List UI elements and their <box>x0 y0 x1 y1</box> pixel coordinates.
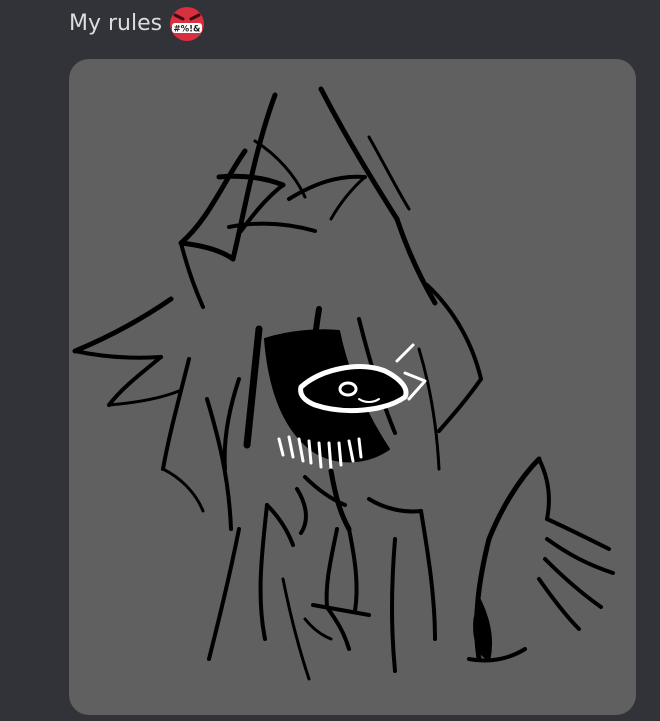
sketch-artwork <box>72 86 615 681</box>
message-content: My rules #%!& <box>69 7 207 41</box>
chat-message: My rules #%!& <box>0 0 660 721</box>
image-attachment[interactable] <box>69 59 636 715</box>
message-text: My rules <box>69 11 163 36</box>
emoji-symbols: #%!& <box>174 25 202 35</box>
angry-cursing-face-icon[interactable]: #%!& <box>167 6 207 42</box>
